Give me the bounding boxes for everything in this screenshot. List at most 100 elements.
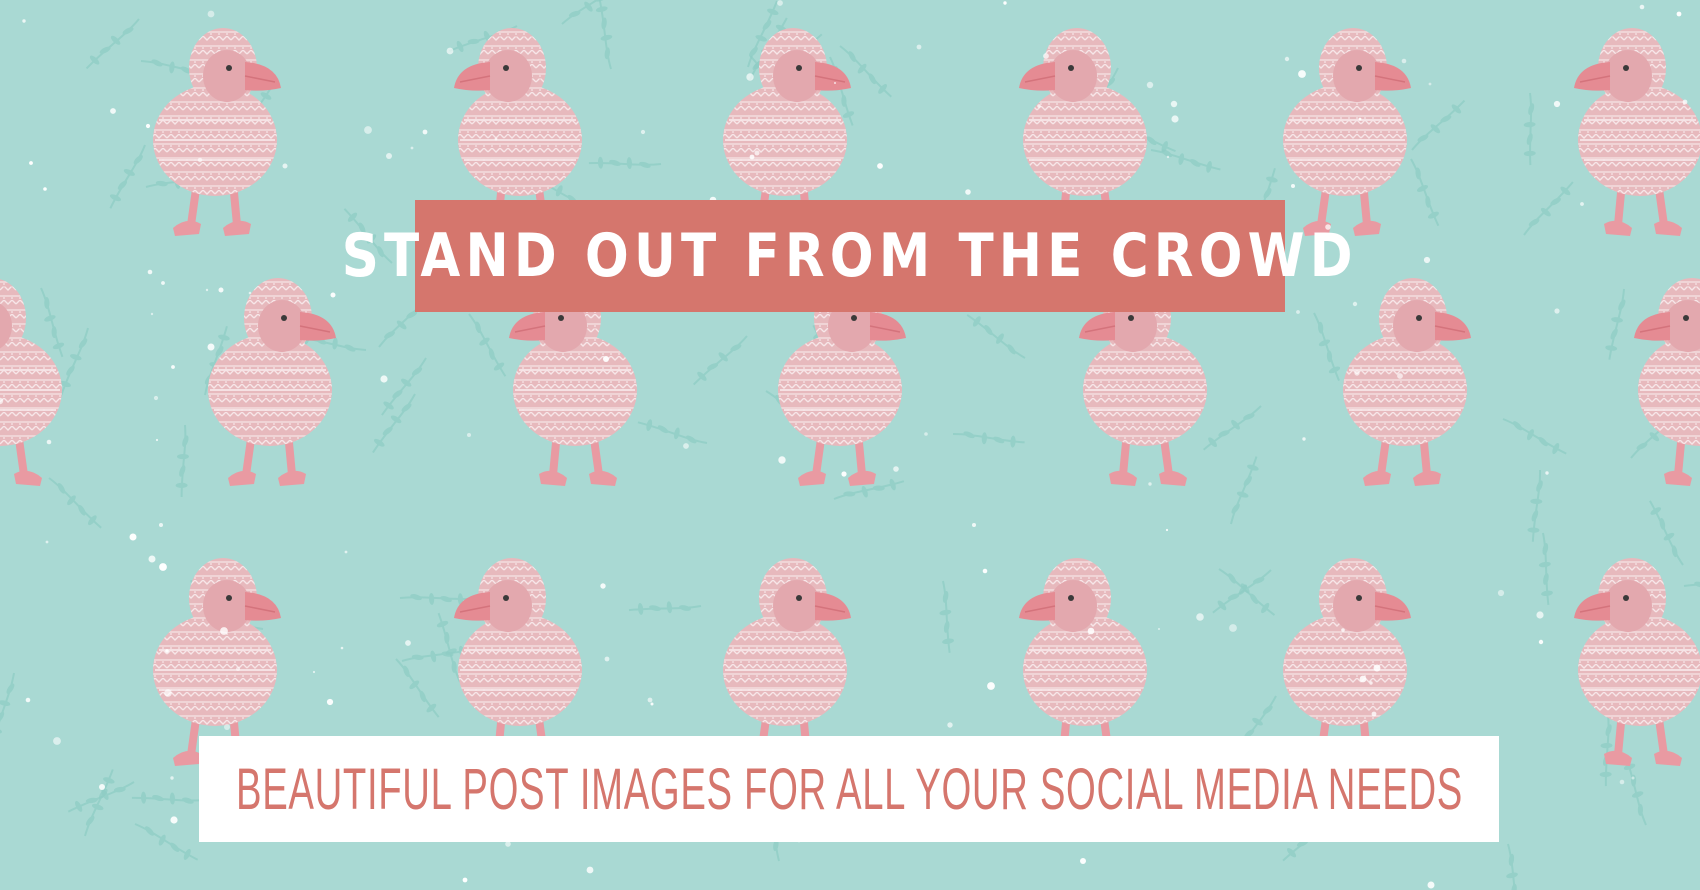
snow-dot [1296, 310, 1300, 314]
snow-dot [1371, 711, 1377, 717]
snow-dot [1676, 11, 1682, 17]
snow-dot [145, 123, 151, 129]
snow-dot [462, 877, 468, 883]
snow-dot [446, 47, 454, 55]
snow-dot [1359, 675, 1367, 683]
snow-dot [683, 443, 689, 449]
snow-dot [1369, 681, 1373, 685]
snow-dot [841, 471, 847, 477]
snow-dot [1373, 664, 1381, 672]
snow-dot [410, 146, 414, 150]
snow-dot [640, 129, 646, 135]
snow-dot [43, 187, 47, 191]
snow-dot [1428, 82, 1432, 86]
snow-dot [207, 10, 215, 18]
snow-dot [99, 784, 105, 790]
snow-dot [1087, 627, 1095, 635]
snow-dot [1358, 117, 1362, 121]
snow-dot [45, 540, 49, 544]
snow-dot [129, 533, 137, 541]
snow-dot [1037, 104, 1041, 108]
snow-dot [282, 163, 288, 169]
snow-dot [1302, 437, 1306, 441]
snow-dot [110, 108, 116, 114]
snow-dot [207, 343, 215, 351]
snow-dot [1497, 589, 1505, 597]
snow-dot [754, 150, 760, 156]
headline-text: STAND OUT FROM THE CROWD [341, 221, 1359, 291]
snow-dot [1553, 100, 1561, 108]
snow-dot [153, 395, 159, 401]
snow-dot [330, 292, 336, 298]
snow-dot [161, 281, 165, 285]
tagline-text: BEAUTIFUL POST IMAGES FOR ALL YOUR SOCIA… [235, 756, 1463, 822]
snow-dot [1291, 184, 1295, 188]
snow-dot [220, 627, 228, 635]
snow-dot [170, 816, 178, 824]
snow-dot [1043, 53, 1049, 59]
snow-dot [422, 129, 428, 135]
snow-dot [165, 649, 169, 653]
snow-dot [778, 456, 786, 464]
snow-dot [1158, 628, 1160, 630]
snow-dot [1341, 628, 1345, 632]
snow-dot [877, 163, 883, 169]
snow-dot [650, 702, 654, 706]
snow-dot [29, 161, 33, 165]
snow-dot [1080, 858, 1086, 864]
headline-banner: STAND OUT FROM THE CROWD [342, 200, 1353, 312]
snow-dot [236, 667, 240, 671]
snow-dot [1166, 155, 1170, 159]
snow-dot [1397, 373, 1403, 379]
snow-dot [1148, 482, 1152, 486]
snow-dot [1401, 58, 1407, 64]
snow-dot [947, 722, 953, 728]
snow-dot [604, 656, 610, 662]
snow-dot [1536, 611, 1544, 619]
snow-dot [749, 154, 755, 160]
snow-dot [22, 19, 26, 23]
snow-dot [344, 550, 348, 554]
snow-dot [340, 646, 344, 650]
snow-dot [1423, 256, 1431, 264]
snow-dot [1580, 202, 1584, 206]
snow-dot [1229, 624, 1237, 632]
snow-dot [1639, 4, 1645, 10]
snow-dot [1545, 471, 1549, 475]
snow-dot [171, 365, 175, 369]
snow-dot [248, 291, 252, 295]
snow-dot [164, 689, 172, 697]
snow-dot [147, 269, 153, 275]
snow-dot [312, 670, 316, 674]
snow-dot [1427, 881, 1435, 889]
snow-dot [586, 866, 594, 874]
snow-dot [218, 287, 224, 293]
snow-dot [148, 555, 156, 563]
snow-dot [982, 568, 988, 574]
snow-dot [777, 0, 783, 6]
snow-dot [1554, 308, 1560, 314]
snow-dot [1354, 370, 1360, 376]
snow-dot [405, 640, 411, 646]
snow-dot [46, 439, 52, 445]
snow-dot [25, 697, 31, 703]
snow-dot [494, 137, 498, 141]
snow-dot [647, 697, 653, 703]
snow-dot [505, 841, 511, 847]
social-banner: STAND OUT FROM THE CROWD BEAUTIFUL POST … [0, 0, 1700, 890]
snow-dot [1196, 613, 1204, 621]
snow-dot [224, 724, 230, 730]
snow-dot [364, 126, 372, 134]
snow-dot [170, 776, 174, 780]
snow-dot [326, 698, 334, 706]
snow-dot [197, 157, 203, 163]
snow-dot [916, 44, 922, 50]
snow-dot [924, 432, 928, 436]
snow-dot [1298, 70, 1306, 78]
tagline-banner: BEAUTIFUL POST IMAGES FOR ALL YOUR SOCIA… [199, 736, 1499, 842]
snow-dot [386, 153, 392, 159]
snow-dot [155, 438, 159, 442]
snow-dot [380, 375, 388, 383]
snow-dot [1003, 1, 1007, 5]
snow-dot [987, 682, 995, 690]
